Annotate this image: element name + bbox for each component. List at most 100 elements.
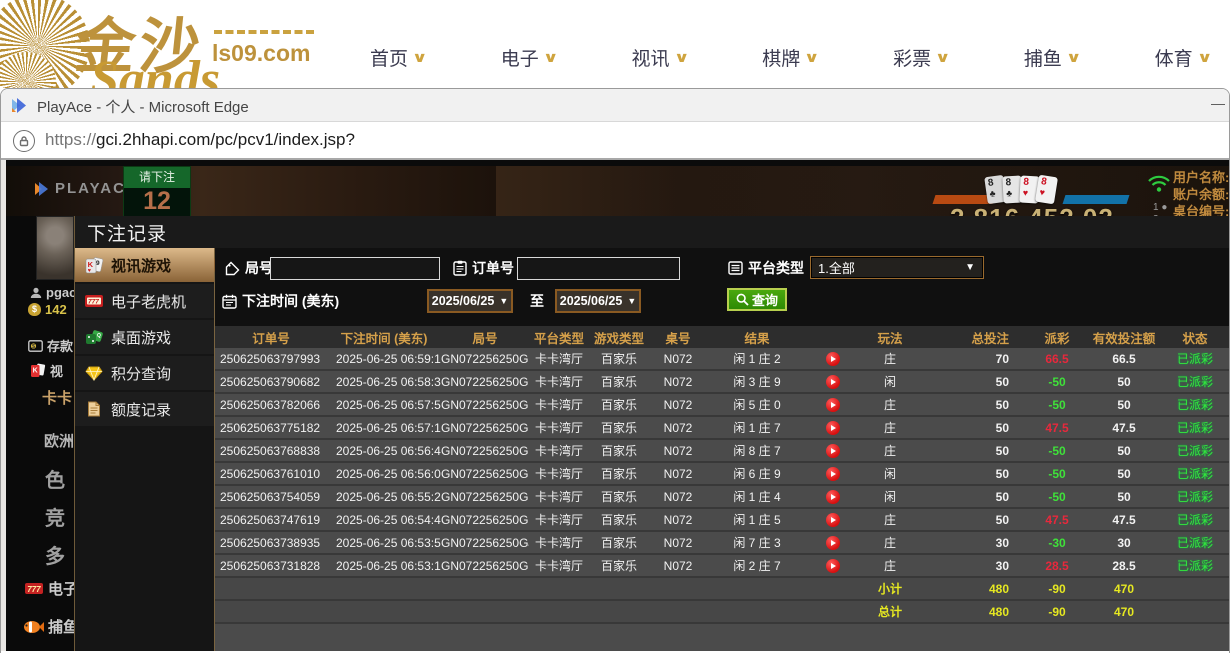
sidebar-item-额度记录[interactable]: 额度记录 [75,392,214,426]
minimize-button[interactable]: — [1209,95,1227,111]
nav-item-彩票[interactable]: 彩票∨ [893,44,948,71]
browser-window: PlayAce - 个人 - Microsoft Edge — https://… [0,88,1230,653]
cell-valid-bet: 66.5 [1089,352,1159,366]
url-text[interactable]: https://gci.2hhapi.com/pc/pcv1/index.jsp… [45,130,355,150]
hall-item[interactable]: 竞 [45,502,65,531]
lobby-slots-item[interactable]: 777 电子 [24,578,74,599]
cell-replay[interactable] [807,536,859,550]
cell-play-type: 庄 [859,350,921,367]
platform-type-select[interactable]: 1.全部 ▼ [810,256,984,279]
play-button-icon[interactable] [826,490,840,504]
sidebar-item-label: 桌面游戏 [111,327,171,348]
lobby-coins-row: $ 142 [28,302,67,317]
clownfish-icon [22,619,44,635]
deposit-item[interactable]: $ 存款 [28,336,73,355]
hall-item[interactable]: 欧洲 [44,430,74,451]
play-button-icon[interactable] [826,375,840,389]
browser-urlbar[interactable]: https://gci.2hhapi.com/pc/pcv1/index.jsp… [1,122,1229,160]
sidebar-item-积分查询[interactable]: 积分查询 [75,356,214,390]
cell-round-no: GN072256250GK [441,513,529,527]
date-to-select[interactable]: 2025/06/25▼ [555,289,641,313]
deposit-label: 存款 [47,336,73,355]
nav-item-捕鱼[interactable]: 捕鱼∨ [1024,44,1079,71]
clipboard-icon [453,260,467,276]
cell-total-bet: 50 [921,513,1025,527]
play-button-icon[interactable] [826,513,840,527]
cell-valid-bet: 50 [1089,398,1159,412]
logo-dashes [214,30,314,34]
page-content: PLAYACE 请下注 12 8♣8♣8♥8♥ 2,816,452.02 [1,160,1229,651]
nav-item-棋牌[interactable]: 棋牌∨ [762,44,817,71]
cell-round-no: GN072256250GO [441,421,529,435]
play-button-icon[interactable] [826,352,840,366]
modal-content: 局号 订单号 平台类型 1.全部 [215,248,1229,651]
sidebar-item-label: 额度记录 [111,399,171,420]
browser-titlebar[interactable]: PlayAce - 个人 - Microsoft Edge — [1,89,1229,122]
cell-bet-time: 2025-06-25 06:55:21 [327,490,441,504]
cell-result: 闲 5 庄 0 [707,396,807,413]
play-button-icon[interactable] [826,467,840,481]
date-from-select[interactable]: 2025/06/25▼ [427,289,513,313]
cell-order-no: 250625063731828 [215,559,327,573]
sidebar-item-视讯游戏[interactable]: 9K♥视讯游戏 [75,248,214,282]
cell-play-type: 庄 [859,442,921,459]
table-row: 2506250637820662025-06-25 06:57:56GN0722… [215,394,1229,417]
cell-valid-bet: 50 [1089,467,1159,481]
cell-result: 闲 1 庄 7 [707,419,807,436]
avatar[interactable] [36,216,74,280]
play-button-icon[interactable] [826,444,840,458]
nav-item-首页[interactable]: 首页∨ [370,44,425,71]
game-header-strip: PLAYACE 请下注 12 8♣8♣8♥8♥ 2,816,452.02 [6,166,1229,216]
nav-item-视讯[interactable]: 视讯∨ [632,44,687,71]
username-label: 用户名称: [1173,169,1229,186]
chevron-down-icon: ∨ [1066,49,1082,66]
lobby-video-item[interactable]: K 视 [30,361,63,380]
cell-payout: -50 [1025,375,1089,389]
order-no-input[interactable] [517,257,680,280]
cell-replay[interactable] [807,444,859,458]
play-button-icon[interactable] [826,421,840,435]
cell-replay[interactable] [807,352,859,366]
cell-play-type: 庄 [859,396,921,413]
cell-replay[interactable] [807,375,859,389]
lock-icon[interactable] [13,130,35,152]
cell-payout: -50 [1025,490,1089,504]
cell-table-no: N072 [649,536,707,550]
sidebar-item-label: 视讯游戏 [111,255,171,276]
hall-item-active[interactable]: 卡卡 [42,387,72,408]
svg-text:$: $ [32,344,35,350]
cell-bet-time: 2025-06-25 06:59:19 [327,352,441,366]
cell-round-no: GN072256250GM [441,467,529,481]
play-button-icon[interactable] [826,536,840,550]
play-button-icon[interactable] [826,559,840,573]
lobby-fishing-item[interactable]: 捕鱼 [22,616,74,637]
table-body: 2506250637979932025-06-25 06:59:19GN0722… [215,348,1229,624]
sidebar-item-桌面游戏[interactable]: Q桌面游戏 [75,320,214,354]
cell-play-type: 闲 [859,488,921,505]
nav-item-体育[interactable]: 体育∨ [1155,44,1210,71]
quota-document-icon [84,400,104,418]
round-no-input[interactable] [270,257,440,280]
nav-item-电子[interactable]: 电子∨ [501,44,556,71]
cell-table-no: N072 [649,352,707,366]
play-button-icon[interactable] [826,398,840,412]
search-button[interactable]: 查询 [727,288,787,311]
cell-replay[interactable] [807,490,859,504]
dealt-cards: 8♣8♣8♥8♥ [988,176,1056,203]
cell-replay[interactable] [807,421,859,435]
cell-replay[interactable] [807,559,859,573]
grand-total-valid-bet: 470 [1089,605,1159,619]
cell-replay[interactable] [807,513,859,527]
hall-item[interactable]: 多 [45,540,65,569]
table-header-cell: 局号 [441,328,529,347]
cell-bet-time: 2025-06-25 06:53:19 [327,559,441,573]
sidebar-item-label: 积分查询 [111,363,171,384]
deposit-card-icon: $ [28,340,43,352]
sidebar-item-电子老虎机[interactable]: 777电子老虎机 [75,284,214,318]
hall-item[interactable]: 色 [45,464,65,493]
date-to-separator: 至 [530,291,544,311]
cell-replay[interactable] [807,467,859,481]
slot-777-icon: 777 [24,581,44,596]
date-to-value: 2025/06/25 [560,294,623,308]
cell-replay[interactable] [807,398,859,412]
